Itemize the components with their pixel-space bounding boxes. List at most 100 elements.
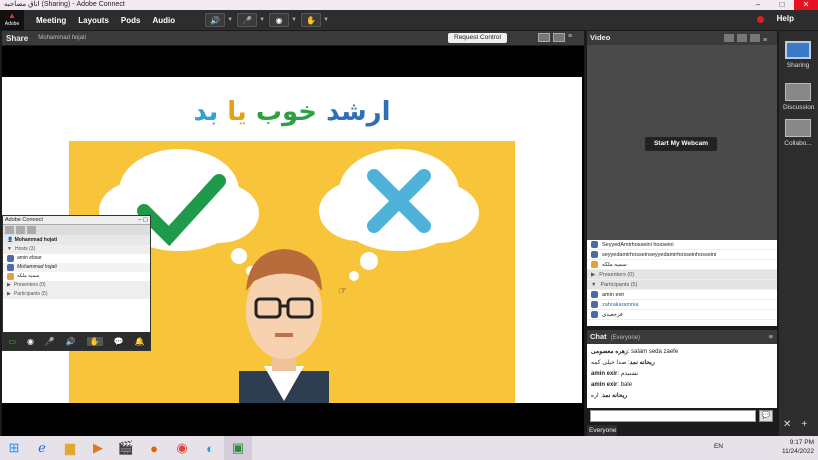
mini-presenters-label: Presenters (0)	[13, 282, 46, 288]
taskbar-media-player[interactable]: ▶	[84, 436, 112, 460]
mini-participants-section[interactable]: ▶ Participants (5)	[3, 290, 150, 299]
firefox-icon: ●	[150, 440, 158, 456]
pod-options-icon[interactable]: ≡	[769, 330, 773, 344]
webcam-icon[interactable]: ◉	[27, 337, 34, 346]
video-layout-icon[interactable]	[737, 34, 747, 42]
attendee-name: سمیه ملکه	[602, 261, 627, 268]
person-icon	[7, 264, 14, 271]
chevron-down-icon[interactable]: ▼	[227, 17, 233, 23]
list-view-icon[interactable]	[5, 226, 14, 234]
taskbar-adobe-connect[interactable]: ▣	[224, 436, 252, 460]
list-item[interactable]: سمیه ملکه	[3, 272, 150, 281]
layout-discussion[interactable]: Discussion	[783, 83, 814, 123]
hand-icon[interactable]: ✋	[86, 336, 103, 346]
internet-explorer-icon: ℯ	[38, 440, 46, 455]
list-item[interactable]: SeyyedAmirhosseini hosseini	[587, 240, 777, 250]
chat-sender: amin exir	[591, 382, 618, 388]
list-item[interactable]: فرجعیدی	[587, 310, 777, 320]
microphone-toggle[interactable]: 🎤	[237, 13, 258, 27]
system-clock[interactable]: 9:17 PM 11/24/2022	[782, 438, 814, 456]
screen-share-icon[interactable]: ▭	[8, 337, 16, 346]
taskbar-firefox[interactable]: ●	[140, 436, 168, 460]
start-button[interactable]: ⊞	[0, 436, 28, 460]
window-title-bar: اتاق مصاحبه (Sharing) - Adobe Connect – …	[0, 0, 818, 10]
chat-sender: زهره معصومی	[591, 349, 628, 355]
media-player-icon: ▶	[93, 440, 103, 455]
fit-width-icon[interactable]	[538, 33, 550, 42]
taskbar-chrome[interactable]: ◉	[168, 436, 196, 460]
raise-hand-toggle[interactable]: ✋	[301, 13, 321, 27]
chat-message: amin exir: نشنیدم	[591, 371, 639, 377]
chevron-down-icon[interactable]: ▼	[291, 17, 297, 23]
list-item[interactable]: amin ebsar	[3, 254, 150, 263]
mini-hosts-label: Hosts (3)	[14, 246, 36, 252]
chat-icon[interactable]: 💬	[114, 337, 124, 346]
video-layout-icon[interactable]	[724, 34, 734, 42]
menu-meeting[interactable]: Meeting	[36, 16, 66, 25]
send-icon: 💬	[761, 412, 771, 419]
list-item[interactable]: Mohammad hojati	[3, 263, 150, 272]
chat-text: صدا خیلی کمه	[591, 360, 627, 366]
speaker-icon[interactable]: 🔊	[66, 337, 76, 346]
layout-sharing[interactable]: Sharing	[783, 41, 813, 81]
chat-input[interactable]	[590, 410, 756, 422]
mini-hosts-section[interactable]: ▼ Hosts (3)	[3, 245, 150, 254]
mini-presenters-section[interactable]: ▶ Presenters (0)	[3, 281, 150, 290]
list-item[interactable]: seyyedamirhosseinseyyedamirhosseinhossei…	[587, 250, 777, 260]
microphone-icon: 🎤	[242, 15, 253, 25]
help-menu[interactable]: Help	[777, 14, 794, 23]
close-button[interactable]: ✕	[794, 0, 818, 10]
slide-title: ارشد خوب یا بد	[2, 97, 582, 127]
add-layout-icon[interactable]: +	[801, 419, 807, 430]
minimize-button[interactable]: –	[746, 0, 770, 10]
taskbar-edge[interactable]: ◐	[196, 436, 224, 460]
maximize-button[interactable]: □	[770, 0, 794, 10]
chevron-down-icon[interactable]: ▼	[323, 17, 329, 23]
chat-target-tab[interactable]: Everyone	[587, 425, 617, 436]
mini-selected-user-name: Mohammad hojati	[14, 237, 58, 243]
adobe-connect-icon: ▣	[231, 440, 245, 455]
send-button[interactable]: 💬	[759, 410, 773, 422]
start-webcam-button[interactable]: Start My Webcam	[645, 137, 717, 151]
thought-cloud-right	[319, 149, 479, 281]
menu-audio[interactable]: Audio	[152, 16, 175, 25]
request-control-button[interactable]: Request Control	[448, 33, 507, 43]
recording-indicator[interactable]	[757, 16, 764, 23]
grid-view-icon[interactable]	[16, 226, 25, 234]
mini-selected-user[interactable]: 👤 Mohammad hojati	[3, 235, 150, 245]
menu-pods[interactable]: Pods	[121, 16, 141, 25]
menu-layouts[interactable]: Layouts	[78, 16, 109, 25]
menu-bar: ▲ Adobe Meeting Layouts Pods Audio 🔊 ▼ 🎤 ▼ …	[0, 10, 818, 30]
notification-icon[interactable]: 🔔	[135, 337, 145, 346]
list-item[interactable]: سمیه ملکه	[587, 260, 777, 270]
video-area: Start My Webcam	[587, 45, 777, 240]
chevron-down-icon[interactable]: ▼	[259, 17, 265, 23]
pod-options-icon[interactable]: ≡	[763, 34, 773, 44]
taskbar-video-editor[interactable]: 🎬	[112, 436, 140, 460]
participants-section[interactable]: ▼ Participants (5)	[587, 280, 777, 290]
slide-title-word: ارشد	[317, 97, 391, 127]
pod-options-icon[interactable]: ≡	[568, 33, 580, 42]
chat-sender: ریحانه نمد	[629, 360, 655, 366]
mini-window-controls[interactable]: – ▢	[138, 216, 150, 225]
language-indicator[interactable]: EN	[714, 443, 723, 450]
video-layout-icon[interactable]	[750, 34, 760, 42]
chat-pod-title: Chat	[590, 332, 607, 341]
microphone-icon[interactable]: 🎤	[45, 337, 55, 346]
presenters-section[interactable]: ▶ Presenters (0)	[587, 270, 777, 280]
taskbar-ie[interactable]: ℯ	[28, 436, 56, 460]
full-screen-icon[interactable]	[553, 33, 565, 42]
taskbar-explorer[interactable]: ▆	[56, 436, 84, 460]
webcam-toggle[interactable]: ◉	[269, 13, 290, 27]
layout-thumbnail	[785, 83, 811, 101]
mini-window-toolbar-bottom: ▭ ◉ 🎤 🔊 ✋ 💬 🔔	[3, 332, 150, 350]
sort-icon[interactable]	[27, 226, 36, 234]
mini-connect-window[interactable]: Adobe Connect – ▢ 👤 Mohammad hojati ▼ Hos…	[2, 215, 151, 351]
close-layout-icon[interactable]: ✕	[783, 419, 791, 430]
layout-thumbnail	[785, 119, 811, 137]
layout-collaboration[interactable]: Collabo...	[783, 119, 813, 159]
person-figure	[239, 249, 329, 403]
list-item[interactable]: amin exir	[587, 290, 777, 300]
speaker-toggle[interactable]: 🔊	[205, 13, 226, 27]
list-item[interactable]: zahrakaramnia	[587, 300, 777, 310]
